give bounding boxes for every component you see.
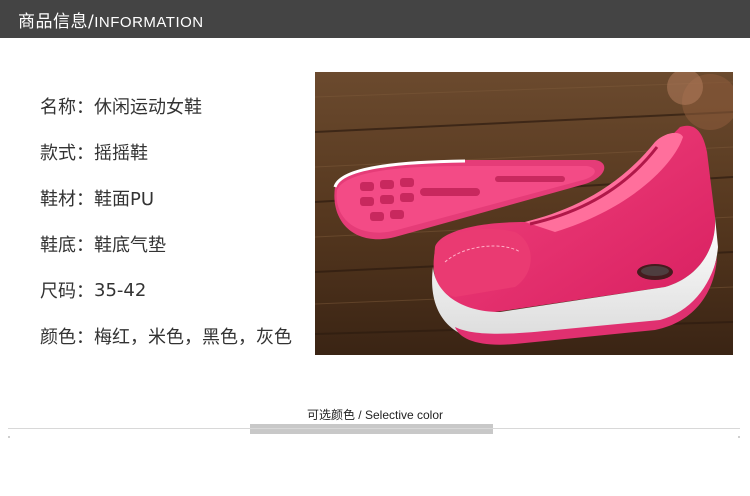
- product-photo: [315, 72, 733, 355]
- spec-value: 梅红，米色，黑色，灰色: [94, 327, 292, 348]
- spec-value: 鞋面PU: [94, 189, 155, 210]
- header-title: 商品信息/INFORMATION: [18, 7, 204, 32]
- divider-dot: [8, 436, 10, 438]
- spec-separator: ：: [76, 281, 94, 302]
- spec-row-size: 尺码： 35-42: [40, 267, 310, 313]
- spec-row-material: 鞋材：鞋面PU: [40, 175, 310, 221]
- spec-value: 摇摇鞋: [94, 143, 148, 164]
- spec-row-sole: 鞋底：鞋底气垫: [40, 221, 310, 267]
- spec-row-name: 名称：休闲运动女鞋: [40, 83, 310, 129]
- spec-value: 鞋底气垫: [94, 235, 166, 256]
- spec-label: 尺码: [40, 281, 76, 302]
- spec-list: 名称：休闲运动女鞋 款式：摇摇鞋 鞋材：鞋面PU 鞋底：鞋底气垫 尺码： 35-4…: [40, 83, 310, 359]
- spec-label: 名称: [40, 97, 76, 118]
- header-title-en: INFORMATION: [94, 13, 204, 31]
- divider-line: [8, 428, 740, 429]
- spec-label: 鞋底: [40, 235, 76, 256]
- pink-rocker-shoe-photo-icon: [315, 72, 733, 355]
- spec-row-style: 款式：摇摇鞋: [40, 129, 310, 175]
- header-title-cn: 商品信息: [18, 11, 88, 32]
- spec-value: 35-42: [94, 279, 147, 301]
- spec-label: 款式: [40, 143, 76, 164]
- spec-separator: ：: [76, 97, 94, 118]
- spec-label: 颜色: [40, 327, 76, 348]
- spec-separator: ：: [76, 327, 94, 348]
- spec-separator: ：: [76, 143, 94, 164]
- selective-color-bar: [250, 424, 493, 434]
- divider-dot: [738, 436, 740, 438]
- spec-separator: ：: [76, 235, 94, 256]
- spec-label: 鞋材: [40, 189, 76, 210]
- selective-color-heading: 可选颜色 / Selective color: [306, 408, 444, 422]
- spec-row-color: 颜色：梅红，米色，黑色，灰色: [40, 313, 310, 359]
- spec-separator: ：: [76, 189, 94, 210]
- spec-value: 休闲运动女鞋: [94, 97, 202, 118]
- header-bar: 商品信息/INFORMATION: [0, 0, 750, 38]
